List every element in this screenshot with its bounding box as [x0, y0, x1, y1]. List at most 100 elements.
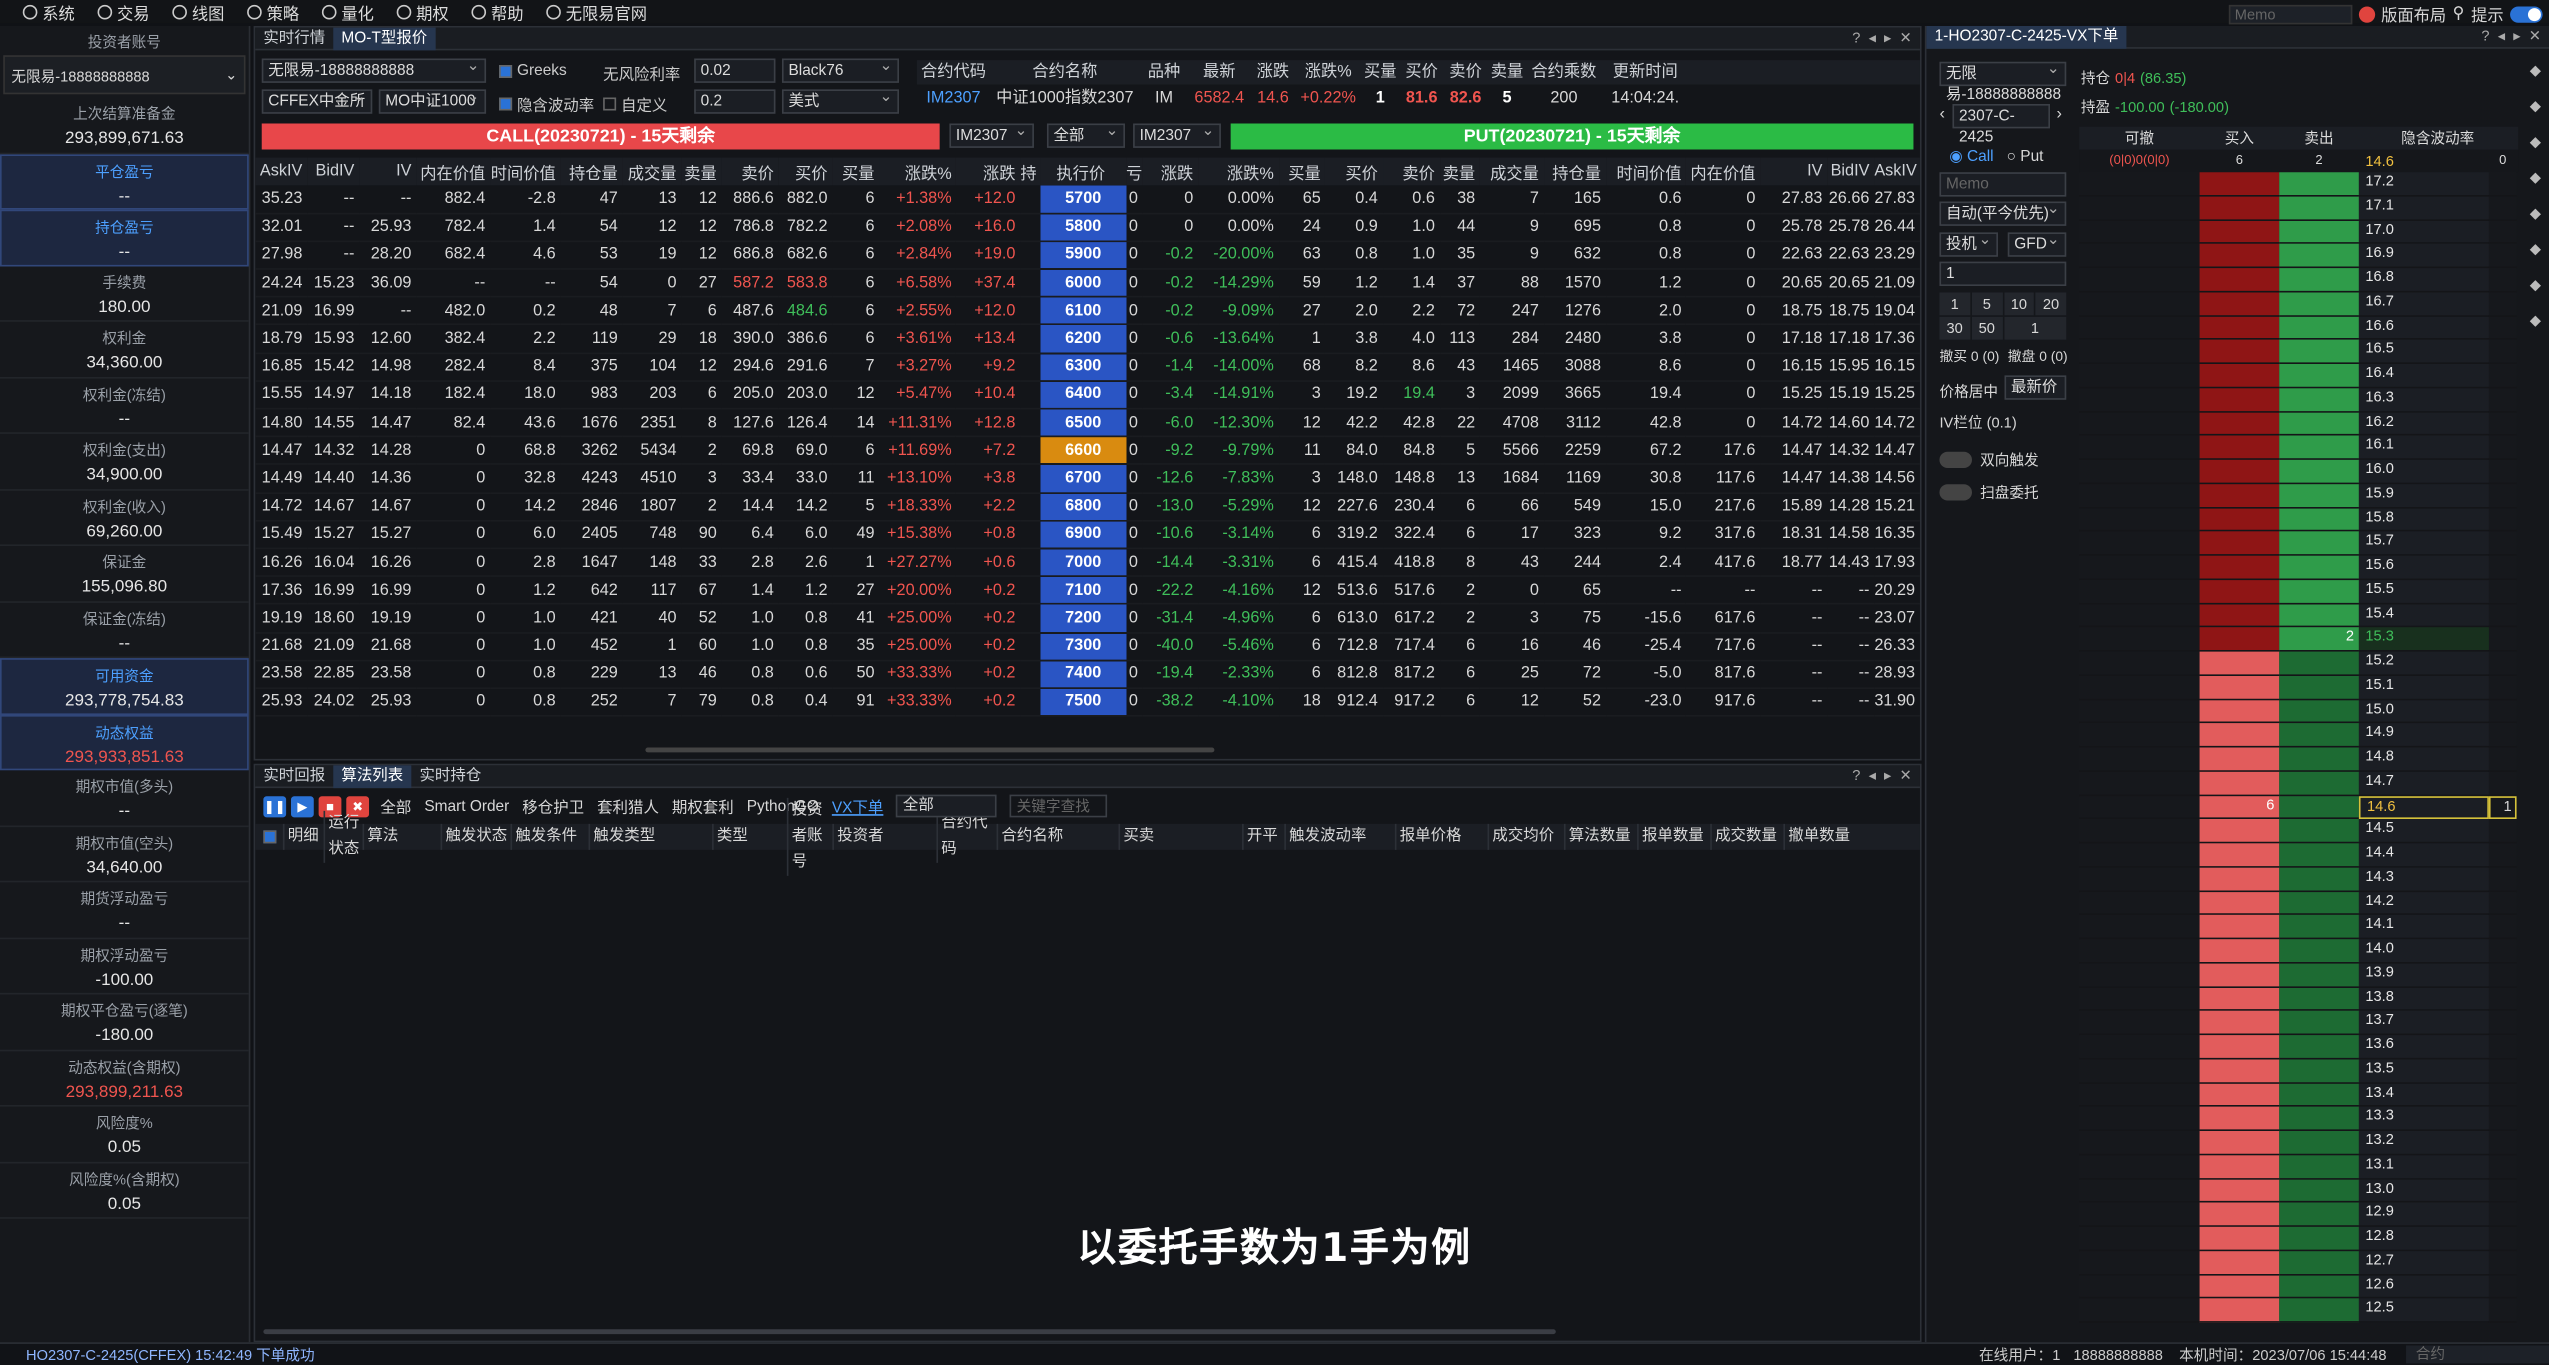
call-cell[interactable]: 7	[622, 296, 682, 326]
put-cell[interactable]: -9.09%	[1198, 296, 1279, 326]
buy-cell[interactable]	[2199, 963, 2280, 988]
call-cell[interactable]: 0.8	[490, 687, 561, 717]
put-cell[interactable]: -14.91%	[1198, 380, 1279, 410]
put-cell[interactable]: -19.4	[1142, 660, 1199, 689]
strike-cell[interactable]: 6700	[1040, 464, 1127, 494]
call-cell[interactable]: +2.08%	[879, 213, 957, 242]
call-cell[interactable]: --	[307, 213, 360, 242]
put-cell[interactable]: 19.04	[1874, 296, 1920, 326]
sell-cell[interactable]	[2279, 1154, 2359, 1179]
iv-cell[interactable]: 13.4	[2358, 1083, 2489, 1108]
put-cell[interactable]: -9.2	[1142, 436, 1199, 466]
put-cell[interactable]: -5.46%	[1198, 632, 1279, 661]
put-cell[interactable]: 0.9	[1325, 213, 1383, 242]
put-cell[interactable]: 1169	[1543, 464, 1606, 494]
call-cell[interactable]: 0	[622, 269, 682, 298]
call-cell[interactable]: 126.4	[778, 408, 833, 438]
cancel-cell[interactable]	[2079, 507, 2200, 532]
call-cell[interactable]: 282.4	[416, 352, 491, 382]
put-cell[interactable]: 6	[1439, 632, 1481, 661]
call-cell[interactable]: --	[359, 296, 417, 326]
put-cell[interactable]: 65	[1278, 185, 1326, 215]
ladder-row[interactable]: 15.2	[2079, 651, 2518, 676]
cancel-cell[interactable]	[2079, 987, 2200, 1012]
cancel-cell[interactable]	[2079, 459, 2200, 484]
call-cell[interactable]: --	[359, 185, 417, 215]
call-cell[interactable]: 386.6	[778, 324, 833, 354]
put-cell[interactable]: 323	[1543, 520, 1606, 550]
filter-0[interactable]: 全部	[380, 795, 411, 818]
order-cell[interactable]	[2488, 771, 2517, 796]
sell-cell[interactable]	[2279, 1107, 2359, 1131]
order-cell[interactable]	[2488, 891, 2517, 916]
put-cell[interactable]: 13	[1439, 464, 1481, 494]
call-cell[interactable]: 2351	[622, 408, 682, 438]
call-cell[interactable]: 0	[416, 632, 491, 661]
sell-cell[interactable]	[2279, 1274, 2359, 1299]
sell-cell[interactable]	[2279, 1178, 2359, 1203]
sell-cell[interactable]	[2279, 364, 2359, 388]
zoom-in-icon[interactable]: ◆	[2530, 205, 2541, 223]
put-cell[interactable]: 0.8	[1605, 213, 1687, 242]
switch[interactable]	[1939, 483, 1972, 500]
call-cell[interactable]: 14.67	[359, 492, 417, 522]
call-cell[interactable]: 16.99	[359, 576, 417, 606]
ladder-row[interactable]: 13.5	[2079, 1059, 2518, 1084]
qty-btn-30[interactable]: 30	[1939, 316, 1970, 340]
call-cell[interactable]: 3	[681, 464, 722, 494]
strike-cell[interactable]: 6500	[1040, 408, 1127, 438]
iv-input[interactable]: 0.2	[694, 89, 776, 114]
put-cell[interactable]: 1.4	[1382, 269, 1440, 298]
buy-cell[interactable]	[2199, 675, 2280, 700]
ladder-row[interactable]: 6 14.6 1	[2079, 795, 2518, 820]
put-cell[interactable]: 415.4	[1325, 548, 1383, 578]
call-cell[interactable]: 148	[622, 548, 682, 578]
order-cell[interactable]	[2488, 651, 2517, 676]
call-cell[interactable]: 1	[622, 632, 682, 661]
put-cell[interactable]: 217.6	[1686, 492, 1761, 522]
cancel-cell[interactable]	[2079, 1011, 2200, 1036]
memo-input[interactable]: Memo	[1939, 172, 2067, 197]
iv-cell[interactable]: 15.1	[2358, 675, 2489, 700]
call-cell[interactable]: 91	[832, 687, 880, 717]
sell-cell[interactable]	[2279, 411, 2359, 436]
cancel-cell[interactable]	[2079, 1083, 2200, 1108]
call-cell[interactable]: +37.4	[956, 269, 1021, 298]
order-cell[interactable]	[2488, 819, 2517, 844]
iv-cell[interactable]: 14.9	[2358, 723, 2489, 748]
menu-3[interactable]: 策略	[247, 0, 299, 24]
sell-cell[interactable]	[2279, 220, 2359, 245]
order-cell[interactable]	[2488, 1274, 2517, 1299]
put-cell[interactable]: 75	[1543, 604, 1606, 633]
cancel-cell[interactable]	[2079, 1202, 2200, 1227]
put-cell[interactable]: 0	[1686, 352, 1761, 382]
put-cell[interactable]: -13.0	[1142, 492, 1199, 522]
call-cell[interactable]: +7.2	[956, 436, 1021, 466]
put-cell[interactable]: 418.8	[1382, 548, 1440, 578]
put-cell[interactable]: 28.93	[1874, 660, 1920, 689]
call-cell[interactable]: +0.2	[956, 576, 1021, 606]
put-cell[interactable]: -3.31%	[1198, 548, 1279, 578]
buy-cell[interactable]	[2199, 316, 2280, 341]
call-cell[interactable]: 487.6	[721, 296, 779, 326]
filter-4[interactable]: 期权套利	[672, 795, 734, 818]
put-cell[interactable]: -0.2	[1142, 296, 1199, 326]
put-cell[interactable]: 1.0	[1382, 213, 1440, 242]
put-cell[interactable]: 0	[1126, 185, 1143, 215]
order-cell[interactable]	[2488, 364, 2517, 388]
call-cell[interactable]: +9.2	[956, 352, 1021, 382]
put-cell[interactable]: 0.8	[1605, 241, 1687, 270]
tab-0[interactable]: 实时回报	[255, 765, 333, 788]
sell-cell[interactable]	[2279, 723, 2359, 748]
call-cell[interactable]: 6	[832, 296, 880, 326]
order-cell[interactable]	[2488, 244, 2517, 269]
call-cell[interactable]: 19	[622, 241, 682, 270]
cancel-cell[interactable]	[2079, 1298, 2200, 1323]
iv-cell[interactable]: 16.2	[2358, 411, 2489, 436]
put-cell[interactable]: 117.6	[1686, 464, 1761, 494]
order-cell[interactable]	[2488, 1298, 2517, 1323]
ladder-row[interactable]: 13.6	[2079, 1035, 2518, 1060]
put-cell[interactable]: 21.09	[1874, 269, 1920, 298]
call-cell[interactable]: 14.55	[307, 408, 360, 438]
call-cell[interactable]: 23.58	[359, 660, 417, 689]
